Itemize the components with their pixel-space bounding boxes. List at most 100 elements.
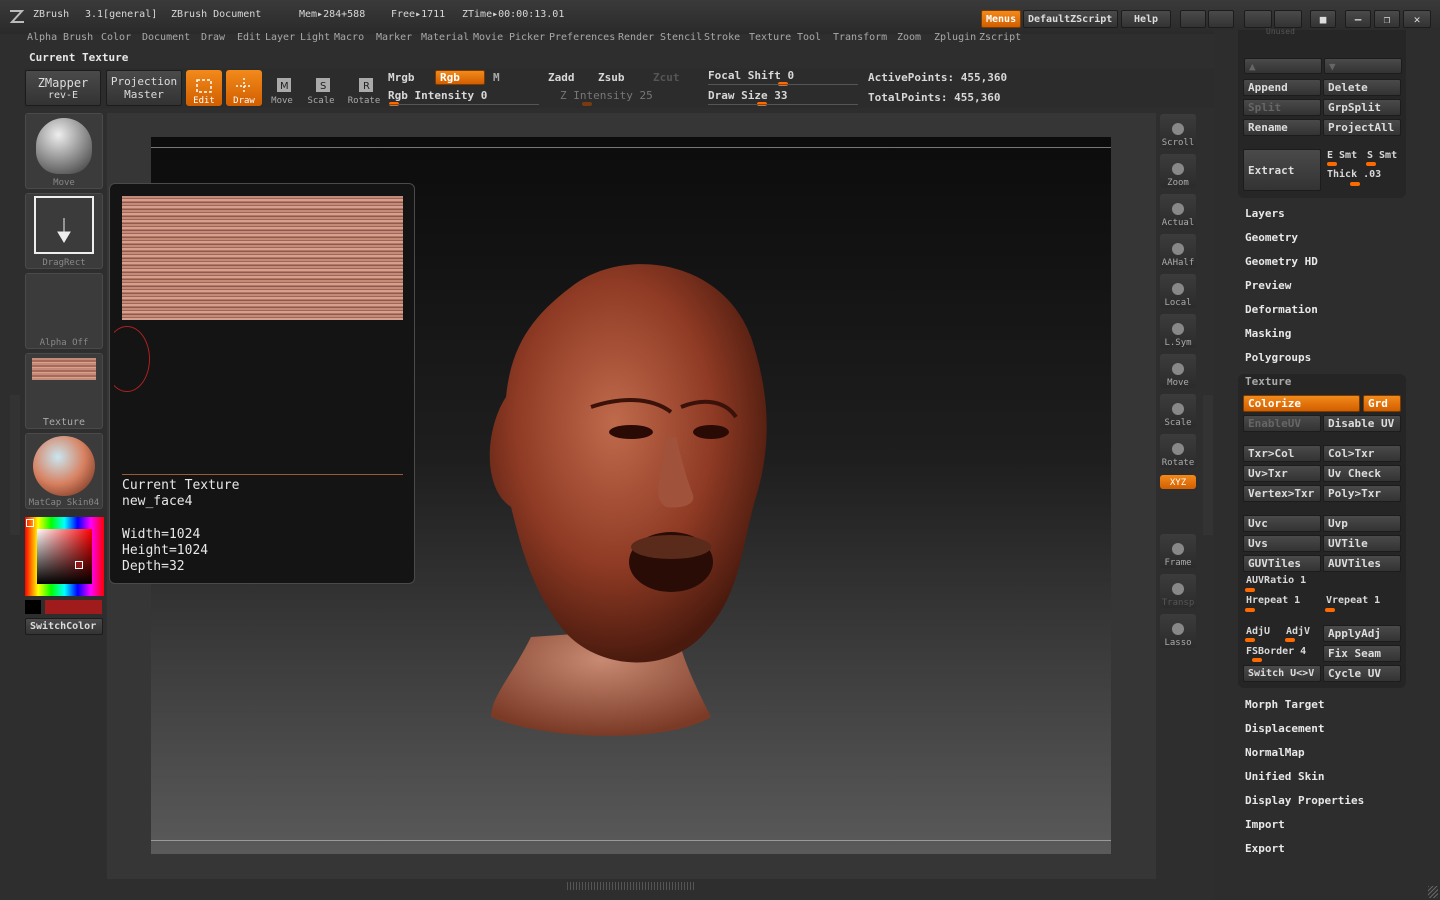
section-polygroups[interactable]: Polygroups bbox=[1245, 351, 1311, 364]
rgb-intensity-slider[interactable]: Rgb Intensity 0 bbox=[388, 89, 487, 102]
color-saturation-square[interactable] bbox=[37, 529, 92, 584]
menu-texture[interactable]: Texture bbox=[749, 32, 791, 43]
section-import[interactable]: Import bbox=[1245, 818, 1285, 831]
wide-icon[interactable] bbox=[1208, 10, 1234, 28]
tool-xyz-button[interactable]: XYZ bbox=[1160, 475, 1196, 489]
alpha-swatch[interactable]: Alpha Off bbox=[25, 273, 103, 349]
tool-lsym-button[interactable]: L.Sym bbox=[1160, 314, 1196, 348]
z-intensity-knob[interactable] bbox=[582, 102, 592, 106]
menu-light[interactable]: Light bbox=[300, 32, 330, 43]
menu-preferences[interactable]: Preferences bbox=[549, 32, 615, 43]
color-picker[interactable] bbox=[25, 517, 104, 596]
s-smt-knob[interactable] bbox=[1366, 162, 1376, 166]
adjv-slider[interactable]: AdjV bbox=[1286, 626, 1310, 637]
z-intensity-slider[interactable]: Z Intensity 25 bbox=[560, 89, 653, 102]
zmapper-button[interactable]: ZMapper rev-E bbox=[25, 70, 101, 106]
guvtiles-button[interactable]: GUVTiles bbox=[1243, 555, 1321, 572]
narrow-icon[interactable] bbox=[1180, 10, 1206, 28]
mrgb-button[interactable]: Mrgb bbox=[388, 71, 415, 84]
vertex-txr-button[interactable]: Vertex>Txr bbox=[1243, 485, 1321, 502]
applyadj-button[interactable]: ApplyAdj bbox=[1323, 625, 1401, 642]
layout-left-icon[interactable] bbox=[1244, 10, 1272, 28]
menu-zplugin[interactable]: Zplugin bbox=[934, 32, 976, 43]
extract-button[interactable]: Extract bbox=[1243, 149, 1321, 191]
stroke-dragrect-swatch[interactable]: DragRect bbox=[25, 193, 103, 269]
txr-col-button[interactable]: Txr>Col bbox=[1243, 445, 1321, 462]
help-button[interactable]: Help bbox=[1121, 10, 1171, 28]
move-button[interactable]: M Move bbox=[264, 70, 300, 106]
menu-tool[interactable]: Tool bbox=[797, 32, 821, 43]
section-morph-target[interactable]: Morph Target bbox=[1245, 698, 1324, 711]
uv-check-button[interactable]: Uv Check bbox=[1323, 465, 1401, 482]
tool-rotate-button[interactable]: Rotate bbox=[1160, 434, 1196, 468]
projection-master-button[interactable]: Projection Master bbox=[106, 70, 182, 106]
zadd-button[interactable]: Zadd bbox=[548, 71, 575, 84]
vrepeat-knob[interactable] bbox=[1325, 608, 1335, 612]
split-button[interactable]: Split bbox=[1243, 99, 1321, 116]
s-smt-toggle[interactable]: S Smt bbox=[1367, 150, 1397, 161]
texture-subpalette-header[interactable]: Texture bbox=[1245, 375, 1291, 388]
tool-aahalf-button[interactable]: AAHalf bbox=[1160, 234, 1196, 268]
append-button[interactable]: Append bbox=[1243, 79, 1321, 96]
menu-zoom[interactable]: Zoom bbox=[897, 32, 921, 43]
section-normalmap[interactable]: NormalMap bbox=[1245, 746, 1305, 759]
tool-zoom-button[interactable]: Zoom bbox=[1160, 154, 1196, 188]
menu-layer[interactable]: Layer bbox=[265, 32, 295, 43]
canvas-scroll-handle[interactable] bbox=[567, 882, 695, 890]
adju-knob[interactable] bbox=[1245, 638, 1255, 642]
default-zscript-button[interactable]: DefaultZScript bbox=[1023, 10, 1118, 28]
tool-local-button[interactable]: Local bbox=[1160, 274, 1196, 308]
switch-uv-button[interactable]: Switch U<>V bbox=[1243, 665, 1321, 682]
menu-material[interactable]: Material bbox=[421, 32, 469, 43]
grpsplit-button[interactable]: GrpSplit bbox=[1323, 99, 1401, 116]
switch-color-button[interactable]: SwitchColor bbox=[25, 618, 103, 635]
adjv-knob[interactable] bbox=[1285, 638, 1295, 642]
uvs-button[interactable]: Uvs bbox=[1243, 535, 1321, 552]
zsub-button[interactable]: Zsub bbox=[598, 71, 625, 84]
grd-button[interactable]: Grd bbox=[1363, 395, 1401, 412]
texture-swatch[interactable]: Texture bbox=[25, 353, 103, 429]
uvc-button[interactable]: Uvc bbox=[1243, 515, 1321, 532]
section-layers[interactable]: Layers bbox=[1245, 207, 1285, 220]
uvp-button[interactable]: Uvp bbox=[1323, 515, 1401, 532]
menu-render[interactable]: Render bbox=[618, 32, 654, 43]
tool-scale-button[interactable]: Scale bbox=[1160, 394, 1196, 428]
section-unified-skin[interactable]: Unified Skin bbox=[1245, 770, 1324, 783]
menus-button[interactable]: Menus bbox=[981, 10, 1021, 28]
cycle-uv-button[interactable]: Cycle UV bbox=[1323, 665, 1401, 682]
menu-color[interactable]: Color bbox=[101, 32, 131, 43]
section-geometry-hd[interactable]: Geometry HD bbox=[1245, 255, 1318, 268]
main-color[interactable] bbox=[45, 600, 102, 614]
hrepeat-slider[interactable]: Hrepeat 1 bbox=[1246, 595, 1300, 606]
disable-uv-button[interactable]: Disable UV bbox=[1323, 415, 1401, 432]
menu-macro[interactable]: Macro bbox=[334, 32, 364, 43]
menu-movie[interactable]: Movie bbox=[473, 32, 503, 43]
menu-alpha[interactable]: Alpha bbox=[27, 32, 57, 43]
menu-picker[interactable]: Picker bbox=[509, 32, 545, 43]
uvtile-button[interactable]: UVTile bbox=[1323, 535, 1401, 552]
resize-grip-icon[interactable] bbox=[1428, 886, 1438, 898]
thick-knob[interactable] bbox=[1350, 182, 1360, 186]
auvtiles-button[interactable]: AUVTiles bbox=[1323, 555, 1401, 572]
section-displacement[interactable]: Displacement bbox=[1245, 722, 1324, 735]
section-preview[interactable]: Preview bbox=[1245, 279, 1291, 292]
edit-button[interactable]: Edit bbox=[186, 70, 222, 106]
move-up-icon[interactable]: ▲ bbox=[1244, 58, 1322, 74]
hue-marker[interactable] bbox=[26, 519, 34, 527]
maximize-icon[interactable]: ❐ bbox=[1374, 10, 1400, 28]
menu-stencil[interactable]: Stencil bbox=[660, 32, 702, 43]
fsborder-slider[interactable]: FSBorder 4 bbox=[1246, 646, 1306, 657]
vrepeat-slider[interactable]: Vrepeat 1 bbox=[1326, 595, 1380, 606]
head-model[interactable] bbox=[471, 247, 791, 747]
zcut-button[interactable]: Zcut bbox=[653, 71, 680, 84]
section-geometry[interactable]: Geometry bbox=[1245, 231, 1298, 244]
auvratio-knob[interactable] bbox=[1245, 588, 1255, 592]
tool-lasso-button[interactable]: Lasso bbox=[1160, 614, 1196, 648]
rgb-button[interactable]: Rgb bbox=[435, 70, 485, 85]
section-masking[interactable]: Masking bbox=[1245, 327, 1291, 340]
fsborder-knob[interactable] bbox=[1252, 658, 1262, 662]
e-smt-knob[interactable] bbox=[1327, 162, 1337, 166]
fix-seam-button[interactable]: Fix Seam bbox=[1323, 645, 1401, 662]
draw-button[interactable]: Draw bbox=[226, 70, 262, 106]
lock-icon[interactable]: ■ bbox=[1310, 10, 1336, 28]
